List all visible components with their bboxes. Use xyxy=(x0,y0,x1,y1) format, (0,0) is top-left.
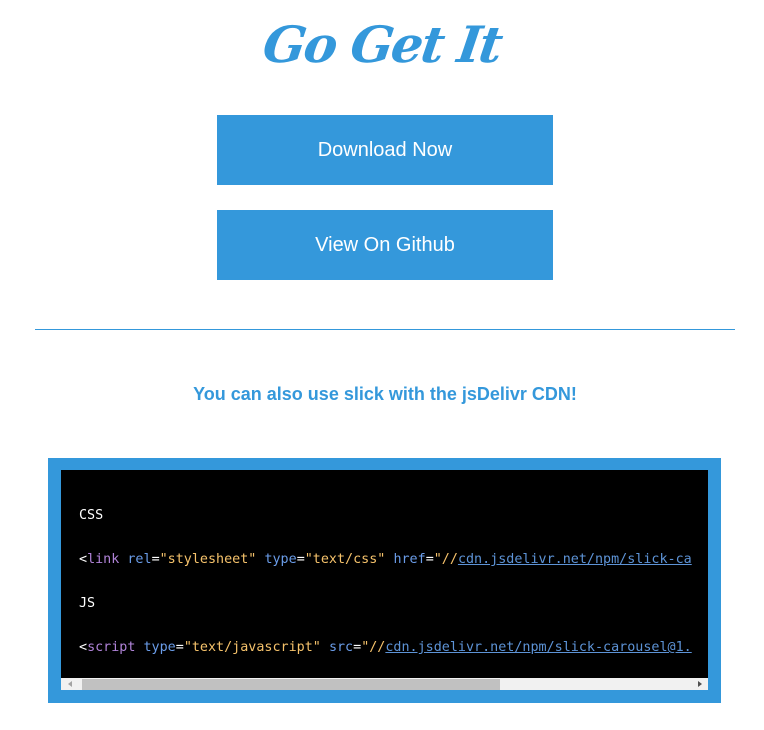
css-href-prefix: "// xyxy=(433,552,458,567)
code-frame: CSS <link rel="stylesheet" type="text/cs… xyxy=(48,458,721,703)
scroll-left-icon[interactable] xyxy=(61,678,78,690)
css-href-attr: href xyxy=(393,552,426,567)
css-open-bracket: < xyxy=(79,552,88,567)
css-type-value: "text/css" xyxy=(304,552,386,567)
js-type-value: "text/javascript" xyxy=(183,640,321,655)
page: Go Get It Download Now View On Github Yo… xyxy=(0,0,764,730)
js-tag-name: script xyxy=(87,640,136,655)
section-divider xyxy=(35,329,735,330)
view-on-github-button[interactable]: View On Github xyxy=(217,210,553,280)
scroll-right-icon[interactable] xyxy=(691,678,708,690)
js-open-bracket: < xyxy=(79,640,88,655)
css-rel-value: "stylesheet" xyxy=(159,552,257,567)
css-tag-name: link xyxy=(87,552,120,567)
css-link-tag-line: <link rel="stylesheet" type="text/css" h… xyxy=(79,552,692,567)
css-rel-attr: rel xyxy=(127,552,152,567)
cdn-note-heading: You can also use slick with the jsDelivr… xyxy=(193,384,577,404)
horizontal-scrollbar[interactable] xyxy=(61,678,708,690)
css-label: CSS xyxy=(79,508,104,523)
css-cdn-link[interactable]: cdn.jsdelivr.net/npm/slick-ca xyxy=(458,552,692,567)
go-get-it-logo: Go Get It xyxy=(259,15,505,74)
scroll-thumb[interactable] xyxy=(82,679,500,690)
code-content: CSS <link rel="stylesheet" type="text/cs… xyxy=(79,470,708,678)
download-now-button[interactable]: Download Now xyxy=(217,115,553,185)
js-src-attr: src xyxy=(328,640,354,655)
code-block[interactable]: CSS <link rel="stylesheet" type="text/cs… xyxy=(61,470,708,690)
js-type-attr: type xyxy=(143,640,176,655)
js-label: JS xyxy=(79,596,96,611)
js-cdn-link[interactable]: cdn.jsdelivr.net/npm/slick-carousel@1. xyxy=(385,640,691,655)
js-src-prefix: "// xyxy=(361,640,386,655)
js-script-tag-line: <script type="text/javascript" src="//cd… xyxy=(79,640,692,655)
css-type-attr: type xyxy=(264,552,297,567)
